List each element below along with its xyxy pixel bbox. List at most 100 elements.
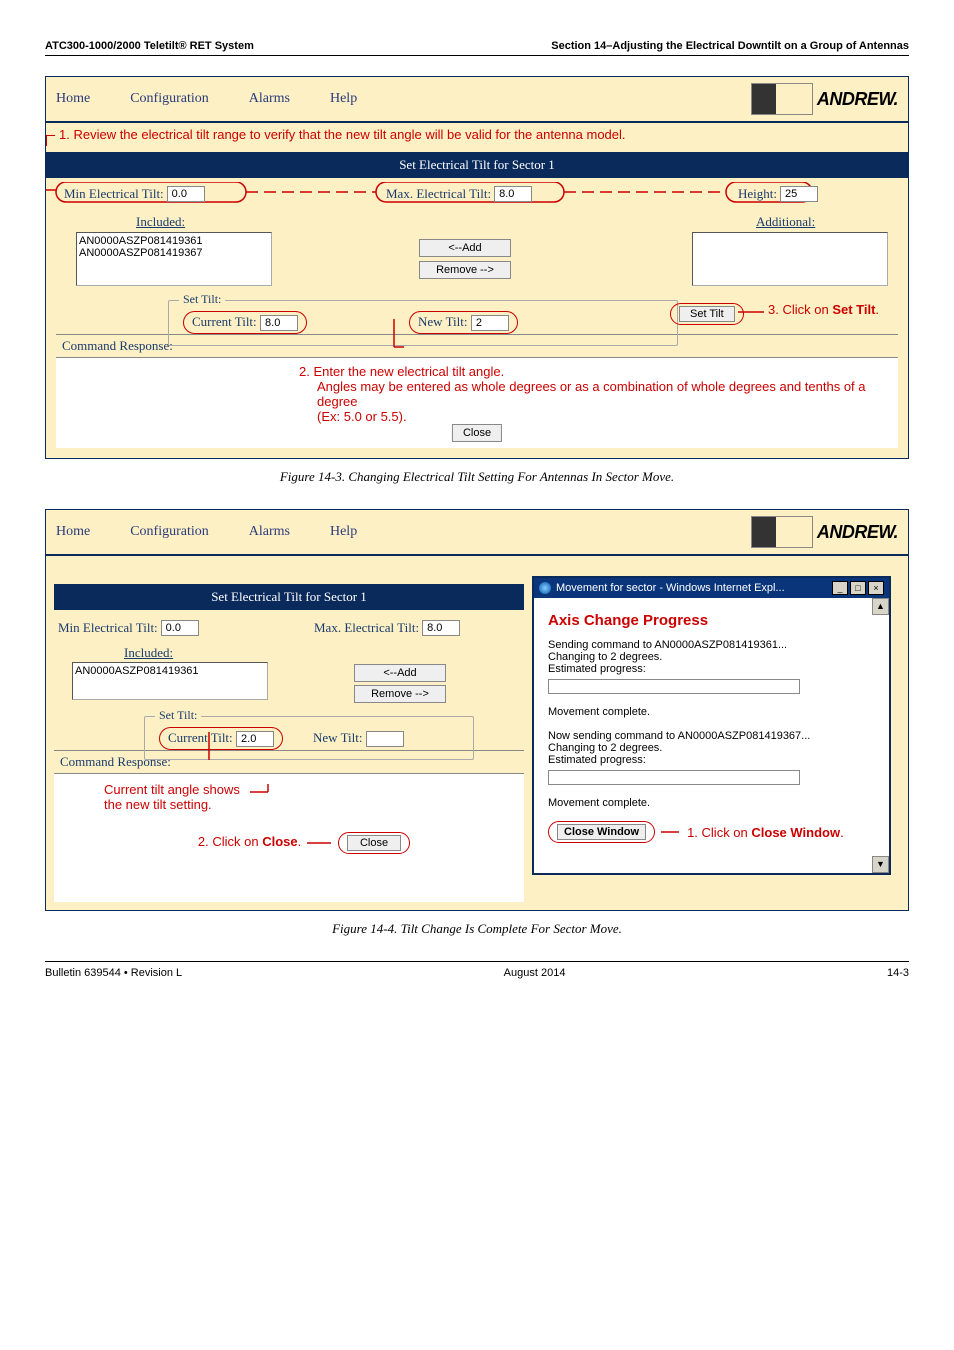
footer-left: Bulletin 639544 • Revision L — [45, 967, 182, 979]
popup-text: Estimated progress: — [548, 663, 875, 675]
logo-area: ANDREW. — [751, 516, 898, 548]
min-tilt-value: 0.0 — [167, 186, 205, 202]
remove-button-2[interactable]: Remove --> — [354, 685, 446, 703]
menu-config[interactable]: Configuration — [130, 524, 209, 540]
logo-image — [751, 516, 813, 548]
movement-popup: Movement for sector - Windows Internet E… — [532, 576, 891, 875]
popup-text: Sending command to AN0000ASZP081419361..… — [548, 639, 875, 651]
scroll-up-icon[interactable]: ▲ — [872, 598, 889, 615]
new-tilt-area: New Tilt: — [409, 311, 518, 334]
logo-text: ANDREW. — [817, 89, 898, 110]
menu-help[interactable]: Help — [330, 524, 357, 540]
included-label-2: Included: — [124, 645, 173, 660]
logo-area: ANDREW. — [751, 83, 898, 115]
app-window-fig2: Home Configuration Alarms Help ANDREW. S… — [45, 509, 909, 911]
max-tilt-label-2: Max. Electrical Tilt: — [314, 620, 419, 636]
add-button-2[interactable]: <--Add — [354, 664, 446, 682]
annotation-close: 2. Click on Close. — [198, 834, 301, 849]
max-tilt-label: Max. Electrical Tilt: — [386, 186, 491, 202]
included-listbox[interactable]: AN0000ASZP081419361 AN0000ASZP081419367 — [76, 232, 272, 286]
close-button-wrap: Close — [338, 832, 410, 854]
progress-bar — [548, 770, 800, 785]
scroll-down-icon[interactable]: ▼ — [872, 856, 889, 873]
close-window-button-wrap: Close Window — [548, 821, 655, 843]
menu-home[interactable]: Home — [56, 91, 90, 107]
menu-alarms[interactable]: Alarms — [249, 91, 290, 107]
page-header: ATC300-1000/2000 Teletilt® RET System Se… — [45, 40, 909, 56]
popup-text: Now sending command to AN0000ASZP0814193… — [548, 730, 875, 742]
set-tilt-button-wrap: Set Tilt — [670, 303, 744, 325]
menu-home[interactable]: Home — [56, 524, 90, 540]
footer-right: 14-3 — [887, 967, 909, 979]
annotation-step1: 1. Review the electrical tilt range to v… — [46, 123, 908, 152]
current-tilt-area: Current Tilt: 8.0 — [183, 311, 307, 334]
menu-help[interactable]: Help — [330, 91, 357, 107]
included-label: Included: — [136, 214, 185, 229]
menu-alarms[interactable]: Alarms — [249, 524, 290, 540]
new-tilt-label-2: New Tilt: — [313, 730, 363, 745]
figure-caption-1: Figure 14-3. Changing Electrical Tilt Se… — [45, 469, 909, 485]
globe-icon — [539, 582, 551, 594]
close-window-button[interactable]: Close Window — [557, 824, 646, 840]
height-value: 25 — [780, 186, 818, 202]
new-tilt-label: New Tilt: — [418, 314, 468, 329]
set-tilt-button[interactable]: Set Tilt — [679, 306, 735, 322]
current-tilt-label: Current Tilt: — [192, 314, 257, 329]
annotation-step2-line2: Angles may be entered as whole degrees o… — [299, 379, 898, 409]
min-tilt-label: Min Electrical Tilt: — [64, 186, 164, 202]
menu-config[interactable]: Configuration — [130, 91, 209, 107]
popup-titlebar: Movement for sector - Windows Internet E… — [534, 578, 889, 598]
current-tilt-value-2: 2.0 — [236, 731, 274, 747]
new-tilt-input-2[interactable] — [366, 731, 404, 747]
annotation-step2-line3: (Ex: 5.0 or 5.5). — [299, 409, 898, 424]
current-tilt-value: 8.0 — [260, 315, 298, 331]
popup-text: Changing to 2 degrees. — [548, 742, 875, 754]
max-tilt-value: 8.0 — [494, 186, 532, 202]
min-tilt-value-2: 0.0 — [161, 620, 199, 636]
page-footer: Bulletin 639544 • Revision L August 2014… — [45, 961, 909, 979]
popup-title-text: Movement for sector - Windows Internet E… — [556, 582, 785, 594]
close-button[interactable]: Close — [452, 424, 502, 442]
app-window-fig1: Home Configuration Alarms Help ANDREW. 1… — [45, 76, 909, 459]
close-icon[interactable]: × — [868, 581, 884, 595]
max-tilt-value-2: 8.0 — [422, 620, 460, 636]
logo-text: ANDREW. — [817, 522, 898, 543]
annotation-current-tilt: Current tilt angle showsthe new tilt set… — [104, 782, 514, 812]
list-item[interactable]: AN0000ASZP081419367 — [79, 247, 269, 259]
additional-listbox[interactable] — [692, 232, 888, 286]
current-tilt-area-2: Current Tilt: 2.0 — [159, 727, 283, 750]
menubar: Home Configuration Alarms Help ANDREW. — [46, 77, 908, 123]
footer-center: August 2014 — [504, 967, 566, 979]
maximize-icon[interactable]: □ — [850, 581, 866, 595]
popup-heading: Axis Change Progress — [548, 612, 875, 629]
add-button[interactable]: <--Add — [419, 239, 511, 257]
set-tilt-group-label-2: Set Tilt: — [155, 708, 201, 723]
minimize-icon[interactable]: _ — [832, 581, 848, 595]
figure-caption-2: Figure 14-4. Tilt Change Is Complete For… — [45, 921, 909, 937]
additional-label: Additional: — [756, 214, 815, 229]
min-tilt-label-2: Min Electrical Tilt: — [58, 620, 158, 636]
annotation-close-window: 1. Click on Close Window. — [687, 825, 844, 840]
set-tilt-group-label: Set Tilt: — [179, 292, 225, 307]
logo-image — [751, 83, 813, 115]
close-button-2[interactable]: Close — [347, 835, 401, 851]
section-title-bar: Set Electrical Tilt for Sector 1 — [46, 152, 908, 178]
progress-bar — [548, 679, 800, 694]
included-listbox-2[interactable]: AN0000ASZP081419361 — [72, 662, 268, 700]
current-tilt-label-2: Current Tilt: — [168, 730, 233, 745]
header-right: Section 14–Adjusting the Electrical Down… — [551, 40, 909, 52]
popup-text: Changing to 2 degrees. — [548, 651, 875, 663]
annotation-step2-line1: 2. Enter the new electrical tilt angle. — [299, 364, 898, 379]
menubar: Home Configuration Alarms Help ANDREW. — [46, 510, 908, 556]
list-item[interactable]: AN0000ASZP081419361 — [75, 665, 265, 677]
popup-text: Estimated progress: — [548, 754, 875, 766]
annotation-step3: 3. Click on Set Tilt. — [768, 302, 879, 317]
popup-text: Movement complete. — [548, 706, 875, 718]
new-tilt-input[interactable] — [471, 315, 509, 331]
remove-button[interactable]: Remove --> — [419, 261, 511, 279]
height-label: Height: — [738, 186, 777, 202]
section-title-bar-2: Set Electrical Tilt for Sector 1 — [54, 584, 524, 610]
header-left: ATC300-1000/2000 Teletilt® RET System — [45, 40, 254, 52]
list-item[interactable]: AN0000ASZP081419361 — [79, 235, 269, 247]
popup-text: Movement complete. — [548, 797, 875, 809]
